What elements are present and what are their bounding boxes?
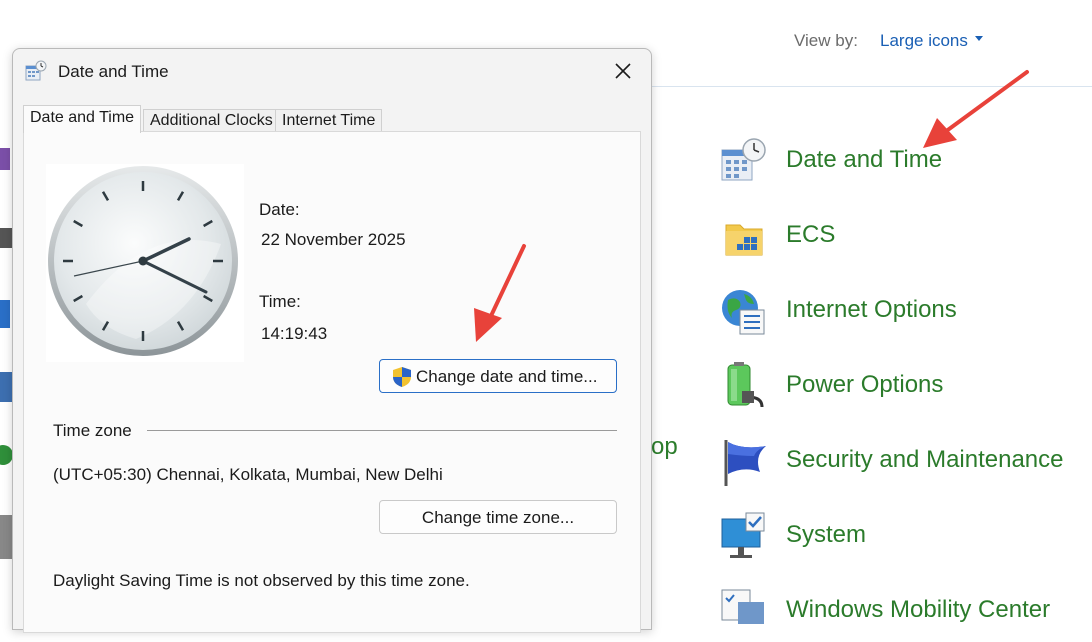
dst-status-text: Daylight Saving Time is not observed by …	[53, 571, 470, 590]
cp-item-label[interactable]: ECS	[786, 221, 835, 249]
tab-internet-time[interactable]: Internet Time	[275, 109, 383, 132]
close-button[interactable]	[603, 55, 643, 87]
analog-clock	[46, 164, 244, 362]
cp-item-date-and-time[interactable]: Date and Time	[718, 132, 1092, 192]
cp-item-ecs[interactable]: ECS	[718, 207, 1092, 267]
monitor-icon	[721, 512, 765, 558]
uac-shield-icon	[393, 367, 411, 387]
title-bar[interactable]: Date and Time	[13, 49, 651, 93]
change-time-zone-button[interactable]: Change time zone...	[379, 500, 617, 534]
chevron-down-icon[interactable]	[975, 36, 983, 41]
time-value: 14:19:43	[261, 324, 328, 343]
flag-icon	[724, 440, 766, 486]
cp-item-label[interactable]: Windows Mobility Center	[786, 596, 1050, 624]
globe-icon	[722, 290, 765, 335]
cp-item-windows-mobility-center[interactable]: Windows Mobility Center	[718, 582, 1092, 642]
close-icon	[615, 63, 631, 79]
cp-item-label[interactable]: Date and Time	[786, 146, 942, 174]
view-by-label: View by:	[794, 31, 858, 50]
tab-date-and-time[interactable]: Date and Time	[23, 105, 142, 133]
cp-item-label[interactable]: Power Options	[786, 371, 943, 399]
change-time-zone-label: Change time zone...	[421, 508, 575, 527]
calendar-clock-icon	[25, 60, 47, 81]
cp-item-label[interactable]: Security and Maintenance	[786, 446, 1064, 474]
cp-item-security-and-maintenance[interactable]: Security and Maintenance	[718, 432, 1092, 492]
timezone-header: Time zone	[53, 421, 142, 441]
time-label: Time:	[259, 292, 301, 311]
timezone-divider	[147, 430, 617, 431]
dialog-title: Date and Time	[58, 62, 169, 81]
partial-item-label[interactable]: op	[651, 433, 678, 461]
change-date-time-label: Change date and time...	[416, 367, 598, 386]
date-label: Date:	[259, 200, 300, 219]
battery-icon	[727, 362, 764, 408]
tab-panel: Date: 22 November 2025 Time: 14:19:43 Ch…	[23, 131, 641, 633]
cp-item-internet-options[interactable]: Internet Options	[718, 282, 1092, 342]
date-time-dialog: Date and Time Date and Time Additional C…	[12, 48, 652, 633]
cp-item-label[interactable]: System	[786, 521, 866, 549]
mobility-icon	[721, 589, 764, 624]
view-by-dropdown[interactable]: Large icons	[880, 31, 968, 51]
header-divider	[650, 86, 1092, 87]
date-value: 22 November 2025	[261, 230, 406, 249]
tab-additional-clocks[interactable]: Additional Clocks	[143, 109, 280, 132]
folder-icon	[725, 224, 763, 256]
cp-item-label[interactable]: Internet Options	[786, 296, 957, 324]
cp-item-power-options[interactable]: Power Options	[718, 357, 1092, 417]
cp-item-system[interactable]: System	[718, 507, 1092, 567]
change-date-time-button[interactable]: Change date and time...	[379, 359, 617, 393]
timezone-value: (UTC+05:30) Chennai, Kolkata, Mumbai, Ne…	[53, 465, 443, 484]
calendar-clock-icon	[721, 138, 766, 181]
clock-face	[48, 166, 238, 356]
